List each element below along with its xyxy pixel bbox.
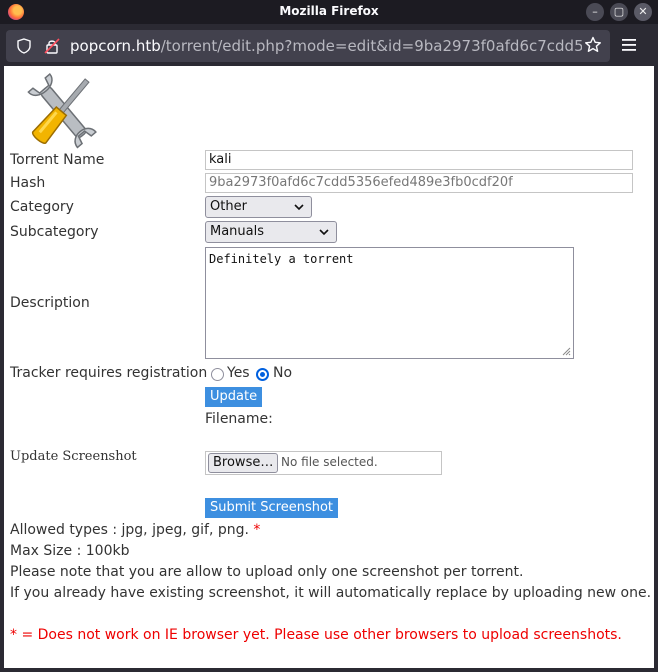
subcategory-selected-value: Manuals (210, 224, 265, 239)
navigation-bar: popcorn.htb/torrent/edit.php?mode=edit&i… (0, 24, 658, 66)
chevron-down-icon (294, 204, 304, 211)
close-icon: ✕ (638, 5, 648, 18)
chevron-down-icon (319, 229, 329, 236)
tracker-registration-label: Tracker requires registration (10, 365, 208, 381)
tracker-yes-label: Yes (227, 365, 250, 381)
required-asterisk: * (253, 522, 261, 538)
update-button[interactable]: Update (205, 387, 263, 407)
url-bar[interactable]: popcorn.htb/torrent/edit.php?mode=edit&i… (6, 30, 610, 62)
tracker-no-radio[interactable] (256, 368, 269, 381)
torrent-name-label: Torrent Name (10, 152, 105, 168)
description-textarea[interactable]: Definitely a torrent (205, 247, 574, 359)
torrent-name-input[interactable]: kali (205, 150, 633, 170)
hash-label: Hash (10, 175, 46, 191)
subcategory-label: Subcategory (10, 224, 99, 240)
url-path: /torrent/edit.php?mode=edit&id=9ba2973f0… (160, 37, 582, 55)
max-size-note: Max Size : 100kb (10, 543, 130, 559)
replace-screenshot-note: If you already have existing screenshot,… (10, 585, 652, 601)
close-button[interactable]: ✕ (634, 3, 652, 21)
minimize-icon: – (592, 5, 598, 18)
url-host: popcorn.htb (70, 37, 161, 55)
category-select[interactable]: Other (205, 196, 312, 218)
screenshot-file-input[interactable]: Browse… No file selected. (205, 451, 442, 475)
category-label: Category (10, 199, 74, 215)
tracker-yes-radio[interactable] (211, 368, 224, 381)
tracker-no-label: No (273, 365, 293, 381)
page-content: Torrent Name kali Hash 9ba2973f0afd6c7cd… (4, 66, 654, 668)
hamburger-menu-icon[interactable] (620, 37, 638, 53)
description-text: Definitely a torrent (209, 252, 354, 266)
allowed-types-note: Allowed types : jpg, jpeg, gif, png. * (10, 522, 260, 538)
tools-wrench-screwdriver-icon (27, 73, 97, 149)
category-selected-value: Other (210, 199, 247, 214)
description-label: Description (10, 295, 90, 311)
no-file-selected-text: No file selected. (281, 455, 378, 469)
maximize-icon: ▢ (613, 5, 625, 18)
allowed-types-text: Allowed types : jpg, jpeg, gif, png. (10, 522, 249, 538)
one-screenshot-note: Please note that you are allow to upload… (10, 564, 524, 580)
url-text[interactable]: popcorn.htb/torrent/edit.php?mode=edit&i… (70, 37, 582, 55)
bookmark-star-icon[interactable] (584, 36, 602, 54)
resize-grip-icon[interactable] (562, 347, 571, 356)
window-titlebar: Mozilla Firefox – ▢ ✕ (0, 0, 658, 24)
tracking-protection-shield-icon[interactable] (16, 38, 32, 54)
ie-warning-note: * = Does not work on IE browser yet. Ple… (10, 627, 622, 643)
filename-label: Filename: (205, 411, 273, 427)
window-title: Mozilla Firefox (279, 4, 379, 18)
hash-input[interactable]: 9ba2973f0afd6c7cdd5356efed489e3fb0cdf20f (205, 173, 633, 193)
subcategory-select[interactable]: Manuals (205, 221, 337, 243)
submit-screenshot-button[interactable]: Submit Screenshot (205, 498, 339, 518)
browse-button[interactable]: Browse… (208, 453, 279, 473)
update-screenshot-label: Update Screenshot (10, 449, 137, 464)
minimize-button[interactable]: – (586, 3, 604, 21)
maximize-button[interactable]: ▢ (610, 3, 628, 21)
insecure-lock-icon[interactable] (44, 38, 60, 54)
